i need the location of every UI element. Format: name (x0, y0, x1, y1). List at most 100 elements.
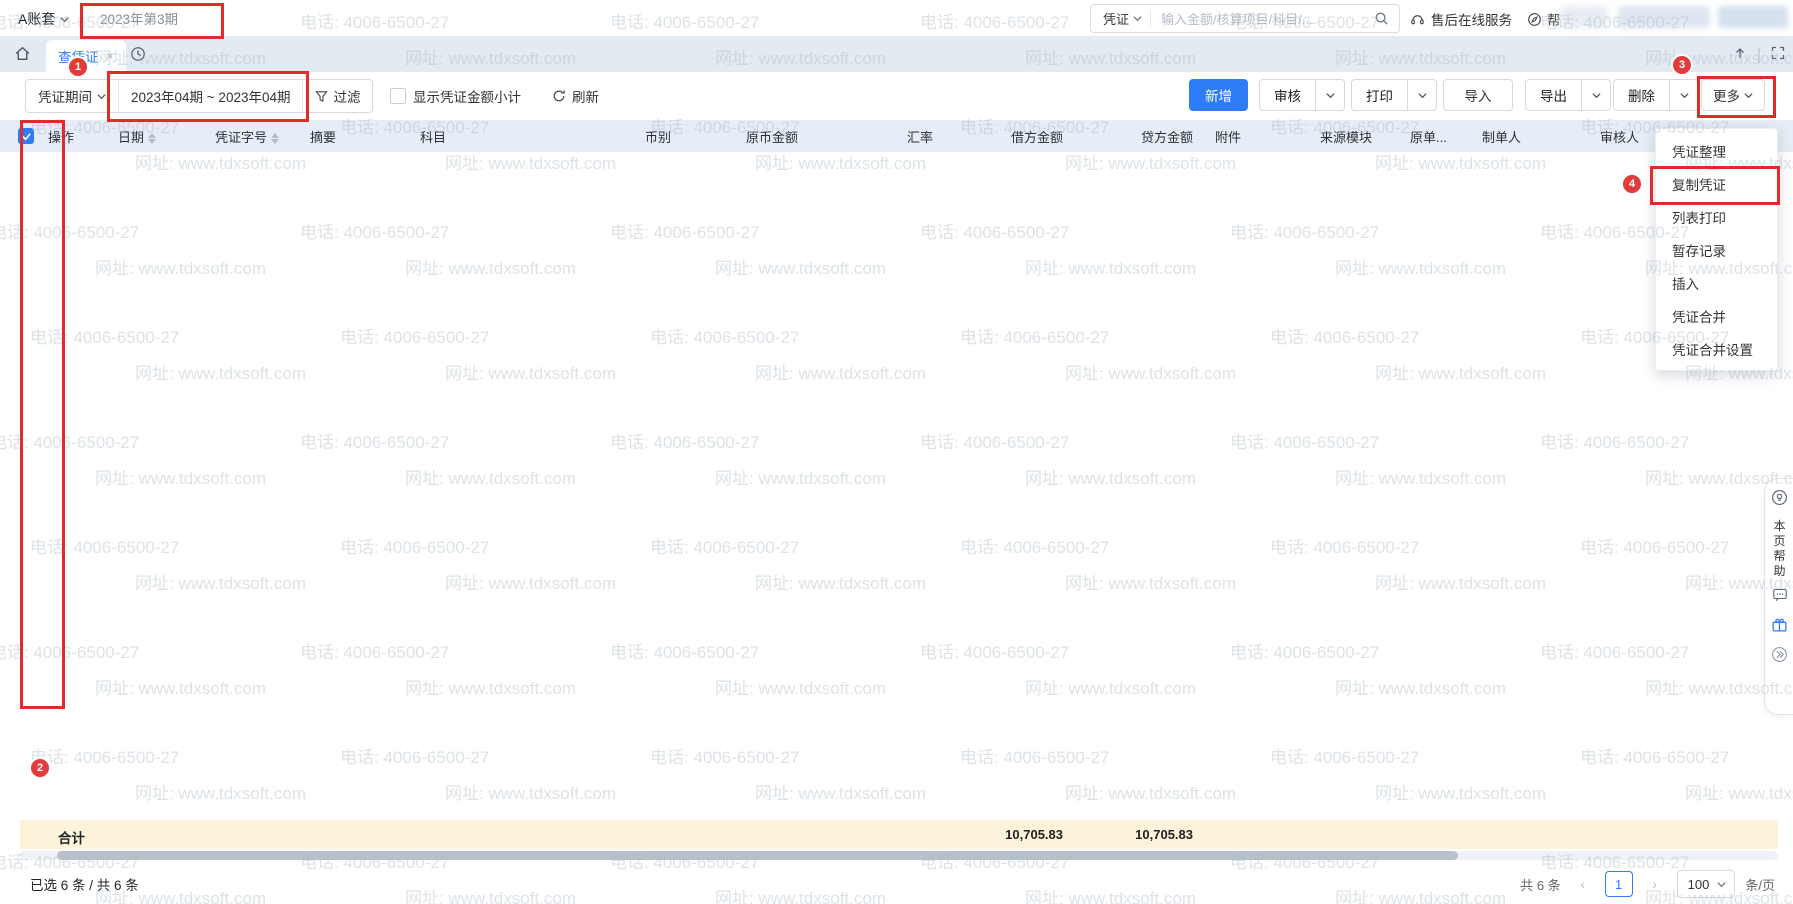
sort-icons[interactable] (271, 133, 279, 144)
fullscreen-icon[interactable] (1771, 46, 1785, 65)
search-scope-label: 凭证 (1103, 9, 1129, 28)
col-header-op: 操作 (38, 120, 108, 152)
home-icon[interactable] (14, 45, 31, 67)
col-header-auditor: 审核人 (1590, 120, 1665, 152)
help-menu[interactable]: 帮 (1527, 9, 1561, 29)
total-debit: 10,705.83 (915, 827, 1063, 842)
export-button[interactable]: 导出 (1525, 79, 1581, 111)
import-button[interactable]: 导入 (1443, 79, 1513, 111)
menu-item-1[interactable]: 凭证整理 (1656, 134, 1777, 167)
compass-icon (1527, 12, 1542, 27)
voucher-table: 操作日期凭证字号摘要科目币别原币金额汇率借方金额贷方金额附件来源模块原单...制… (0, 120, 1793, 152)
bulb-icon[interactable] (1771, 489, 1788, 511)
prev-page-icon[interactable]: ‹ (1571, 872, 1595, 896)
record-count: 共 6 条 (1520, 875, 1560, 894)
current-period[interactable]: 2023年第3期 (100, 8, 178, 28)
audit-dropdown[interactable] (1315, 79, 1345, 111)
menu-item-4[interactable]: 暂存记录 (1656, 233, 1777, 266)
tab-close-icon[interactable]: × (107, 49, 114, 63)
page-size-select[interactable]: 100 (1677, 870, 1736, 898)
help-label: 帮 (1547, 9, 1561, 29)
account-name: A账套 (18, 9, 55, 29)
col-header-attach: 附件 (1205, 120, 1310, 152)
print-dropdown[interactable] (1407, 79, 1437, 111)
select-all-checkbox[interactable] (0, 120, 38, 152)
footer: 已选 6 条 / 共 6 条 共 6 条 ‹ 1 › 100 条/页 (0, 860, 1793, 904)
page-help-label[interactable]: 本页帮助 (1773, 519, 1785, 579)
selection-info: 已选 6 条 / 共 6 条 (30, 874, 139, 894)
col-header-summary: 摘要 (300, 120, 410, 152)
current-page[interactable]: 1 (1605, 871, 1633, 897)
scrollbar-thumb[interactable] (57, 851, 1458, 860)
totals-row: 合计 10,705.83 10,705.83 (20, 820, 1778, 849)
col-header-credit: 贷方金额 (1075, 120, 1205, 152)
chevron-down-icon (1717, 880, 1726, 889)
feedback-icon[interactable] (1772, 587, 1788, 608)
print-button[interactable]: 打印 (1351, 79, 1407, 111)
chevron-down-icon (1418, 91, 1427, 100)
col-header-date[interactable]: 日期 (108, 120, 205, 152)
menu-item-6[interactable]: 凭证合并 (1656, 299, 1777, 332)
check-icon (21, 131, 32, 142)
pagination: 共 6 条 ‹ 1 › 100 条/页 (1520, 870, 1775, 898)
account-switcher[interactable]: A账套 (18, 9, 69, 29)
annotation-badge-2: 2 (29, 757, 51, 779)
service-label: 售后在线服务 (1431, 9, 1512, 29)
col-header-odoc: 原单... (1400, 120, 1472, 152)
history-icon[interactable] (130, 46, 146, 67)
tab-bar: 查凭证 × | (0, 36, 1793, 72)
menu-item-2[interactable]: 复制凭证 (1656, 167, 1777, 200)
chevron-down-icon (1326, 91, 1335, 100)
delete-button[interactable]: 删除 (1613, 79, 1669, 111)
audit-button[interactable]: 审核 (1259, 79, 1315, 111)
col-header-no[interactable]: 凭证字号 (205, 120, 300, 152)
page-unit-label: 条/页 (1745, 875, 1775, 894)
redacted-user-block (1618, 6, 1710, 28)
total-label: 合计 (58, 827, 85, 847)
toolbar: 凭证期间 2023年04期 ~ 2023年04期 过滤 显示凭证金额小计 刷新 … (0, 72, 1793, 120)
page-size-value: 100 (1688, 877, 1710, 892)
help-rail: 本页帮助 (1764, 478, 1793, 715)
search-icon[interactable] (1374, 11, 1399, 26)
delete-dropdown[interactable] (1669, 79, 1699, 111)
chevron-down-icon (1592, 91, 1601, 100)
collapse-rail-icon[interactable] (1771, 646, 1788, 668)
more-menu: 凭证整理复制凭证列表打印暂存记录插入凭证合并凭证合并设置 (1655, 128, 1778, 371)
chevron-down-icon (60, 15, 69, 24)
horizontal-scrollbar[interactable] (20, 851, 1778, 860)
collapse-up-icon[interactable] (1733, 46, 1747, 65)
more-label: 更多 (1713, 85, 1740, 105)
menu-item-7[interactable]: 凭证合并设置 (1656, 332, 1777, 365)
redacted-user-block (1718, 6, 1788, 28)
search-input[interactable]: 输入金额/核算项目/科目/... (1151, 9, 1374, 28)
chevron-down-icon (1744, 91, 1753, 100)
header-checkbox[interactable] (18, 128, 34, 144)
col-header-orig: 原币金额 (720, 120, 810, 152)
col-header-debit: 借方金额 (945, 120, 1075, 152)
add-button[interactable]: 新增 (1189, 79, 1248, 111)
chevron-down-icon (1133, 14, 1142, 23)
next-page-icon[interactable]: › (1643, 872, 1667, 896)
gift-icon[interactable] (1771, 616, 1788, 638)
col-header-account: 科目 (410, 120, 635, 152)
annotation-badge-1: 1 (67, 56, 89, 78)
col-header-rate: 汇率 (810, 120, 945, 152)
global-search[interactable]: 凭证 输入金额/核算项目/科目/... (1090, 4, 1400, 33)
menu-item-3[interactable]: 列表打印 (1656, 200, 1777, 233)
annotation-badge-4: 4 (1621, 173, 1643, 195)
annotation-badge-3: 3 (1671, 54, 1693, 76)
more-button[interactable]: 更多 (1701, 79, 1765, 111)
col-header-source: 来源模块 (1310, 120, 1400, 152)
search-scope-select[interactable]: 凭证 (1091, 10, 1151, 27)
sort-icons[interactable] (148, 133, 156, 144)
after-sales-service[interactable]: 售后在线服务 (1410, 9, 1512, 29)
export-dropdown[interactable] (1581, 79, 1611, 111)
chevron-down-icon (1680, 91, 1689, 100)
col-header-maker: 制单人 (1472, 120, 1590, 152)
redacted-user-block (1560, 6, 1608, 28)
total-credit: 10,705.83 (1045, 827, 1193, 842)
menu-item-5[interactable]: 插入 (1656, 266, 1777, 299)
annotation-box-checkbox-column (20, 120, 65, 709)
top-bar: A账套 2023年第3期 凭证 输入金额/核算项目/科目/... 售后在线服务 … (0, 0, 1793, 36)
divider: | (1757, 47, 1761, 65)
